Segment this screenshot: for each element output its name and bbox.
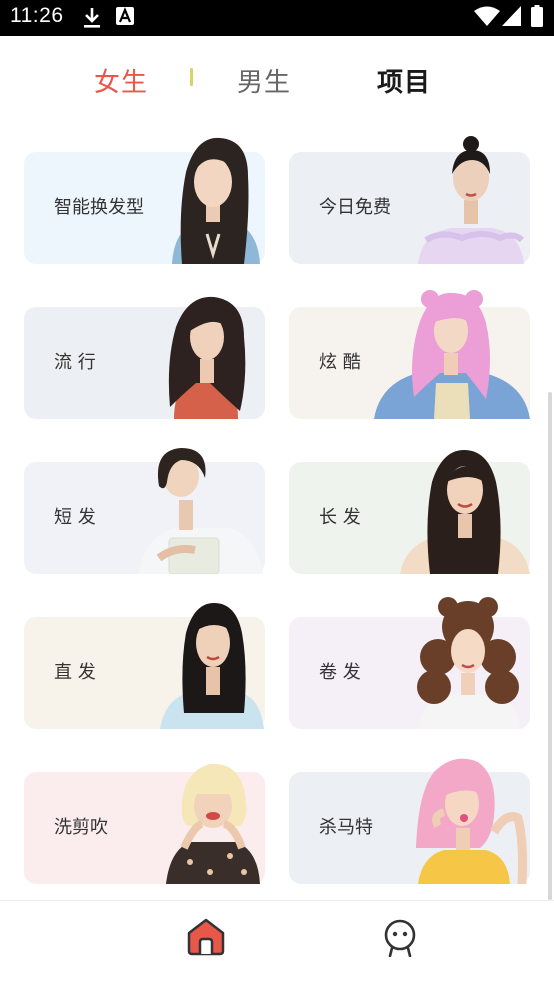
card-curly-hair[interactable]: 卷 发 [289, 597, 530, 729]
model-photo [418, 132, 530, 264]
card-label: 卷 发 [319, 662, 361, 683]
model-photo [160, 597, 265, 729]
model-photo [400, 442, 530, 574]
card-label: 炫 酷 [319, 352, 361, 373]
card-label: 流 行 [54, 352, 96, 373]
status-bar: 11:26 [0, 0, 554, 36]
model-photo [160, 132, 265, 264]
battery-icon [531, 5, 543, 31]
model-photo [417, 597, 530, 729]
status-time: 11:26 [10, 4, 64, 27]
card-short-hair[interactable]: 短 发 [24, 448, 265, 574]
category-tabs: 女生 男生 项目 [0, 36, 554, 122]
card-label: 长 发 [319, 507, 361, 528]
card-label: 洗剪吹 [54, 817, 108, 838]
card-label: 智能换发型 [54, 197, 144, 218]
tab-projects[interactable]: 项目 [377, 62, 431, 99]
card-punk-hair[interactable]: 杀马特 [289, 758, 530, 884]
tab-divider [190, 68, 193, 86]
card-label: 短 发 [54, 507, 96, 528]
home-icon [186, 918, 226, 961]
card-label: 直 发 [54, 662, 96, 683]
hairstyle-grid: 智能换发型 今日免费 流 行 炫 酷 短 发 长 发 直 发 卷 发 洗剪吹 杀… [0, 122, 554, 898]
bottom-nav [0, 900, 554, 985]
cellular-signal-icon [502, 6, 521, 30]
profile-face-icon [380, 919, 420, 961]
card-smart-hairstyle[interactable]: 智能换发型 [24, 137, 265, 264]
nav-profile-button[interactable] [380, 917, 420, 958]
model-photo [160, 287, 265, 419]
tab-men[interactable]: 男生 [237, 62, 291, 99]
model-photo [139, 442, 265, 574]
download-icon [82, 7, 102, 33]
scrollbar[interactable] [548, 392, 552, 900]
card-straight-hair[interactable]: 直 发 [24, 603, 265, 729]
model-photo [416, 752, 530, 884]
tab-women[interactable]: 女生 [94, 62, 148, 99]
nav-home-button[interactable] [186, 917, 226, 957]
card-trendy[interactable]: 流 行 [24, 296, 265, 419]
model-photo [160, 752, 265, 884]
notification-a-icon [116, 7, 134, 29]
card-label: 杀马特 [319, 817, 373, 838]
card-label: 今日免费 [319, 197, 391, 218]
card-cool[interactable]: 炫 酷 [289, 290, 530, 419]
card-long-hair[interactable]: 长 发 [289, 450, 530, 574]
card-today-free[interactable]: 今日免费 [289, 136, 530, 264]
wifi-icon [474, 6, 500, 30]
card-wash-cut-blow[interactable]: 洗剪吹 [24, 763, 265, 884]
model-photo [374, 287, 530, 419]
